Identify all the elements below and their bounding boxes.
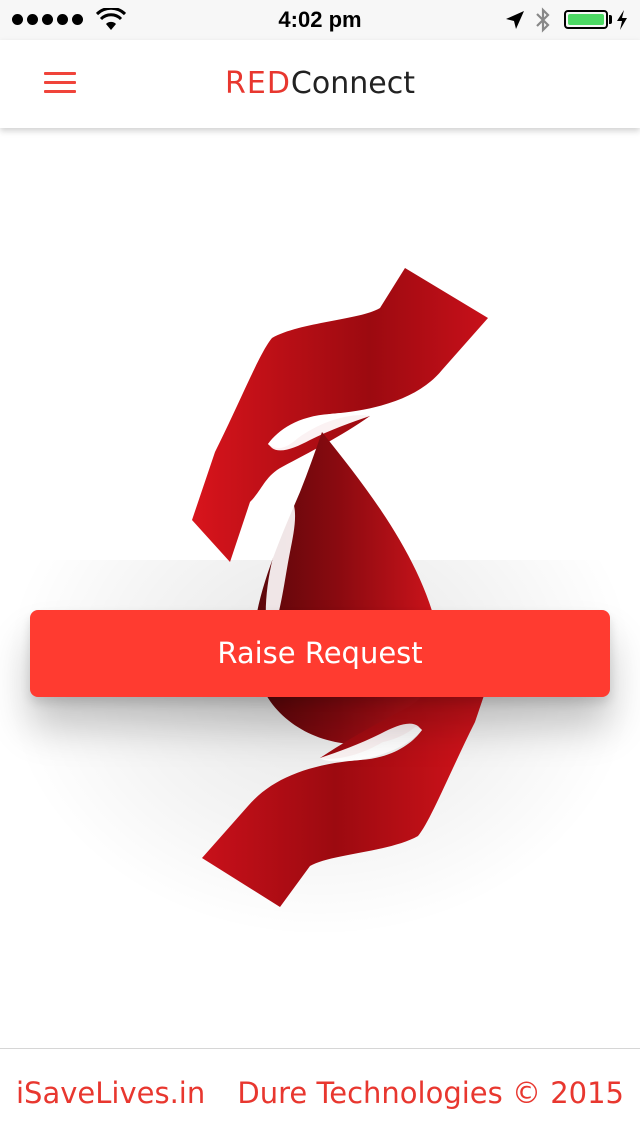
app-header: REDConnect xyxy=(0,40,640,128)
company-credit-link[interactable]: Dure Technologies © 2015 xyxy=(237,1075,624,1111)
isavelives-link[interactable]: iSaveLives.in xyxy=(16,1075,205,1111)
app-footer: iSaveLives.in Dure Technologies © 2015 xyxy=(0,1048,640,1136)
battery-tip xyxy=(609,15,612,24)
app-title: REDConnect xyxy=(0,64,640,104)
charging-bolt-icon xyxy=(617,10,627,30)
bluetooth-icon xyxy=(536,7,550,33)
battery-icon xyxy=(564,10,608,29)
raise-request-button[interactable]: Raise Request xyxy=(30,610,610,697)
location-arrow-icon xyxy=(506,11,524,29)
app-title-suffix: Connect xyxy=(290,66,415,101)
status-bar: 4:02 pm xyxy=(0,0,640,40)
app-title-prefix: RED xyxy=(225,66,291,101)
hands-holding-blood-drop-logo xyxy=(192,268,498,907)
